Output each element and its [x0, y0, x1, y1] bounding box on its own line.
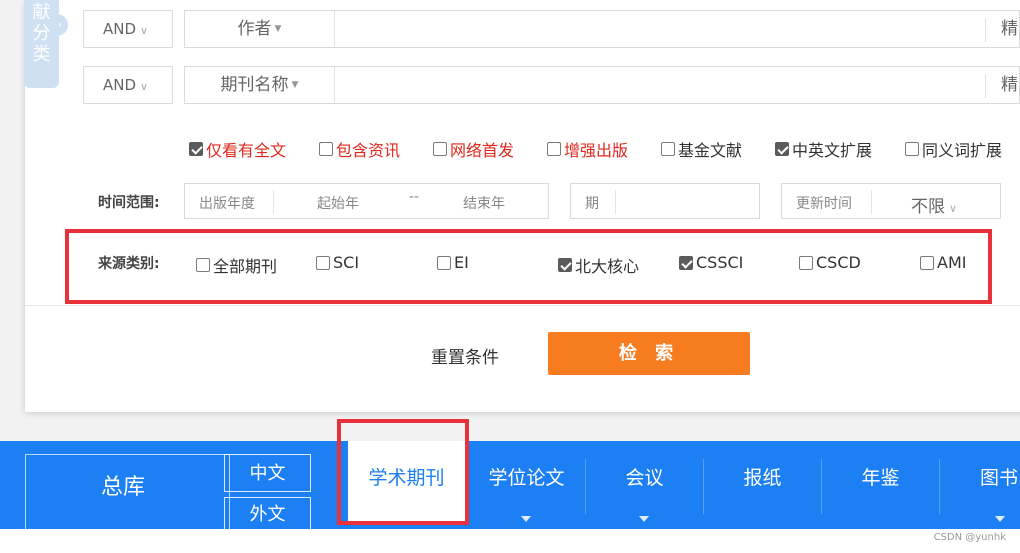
caret-down-icon[interactable]: [639, 516, 649, 522]
chevron-down-icon: ∨: [949, 202, 958, 215]
update-time-label: 更新时间: [796, 196, 852, 212]
tab-char-3: 类: [32, 44, 51, 65]
source-option-label: CSSCI: [696, 253, 744, 272]
range-dash: --: [409, 189, 420, 205]
caret-down-icon: ▼: [291, 80, 299, 90]
nav-books[interactable]: 图书: [940, 441, 1020, 529]
caret-down-icon[interactable]: [995, 516, 1005, 522]
checkbox-checked-icon[interactable]: [679, 255, 693, 270]
nav-newspapers[interactable]: 报纸: [704, 441, 821, 529]
field-select-label: 期刊名称: [220, 75, 289, 95]
field-select-journal[interactable]: 期刊名称 ▼: [185, 67, 335, 103]
chevron-down-icon: ∨: [140, 24, 149, 37]
option-label: 仅看有全文: [206, 141, 287, 160]
nav-zongku[interactable]: 总库: [101, 469, 145, 501]
option-label: 同义词扩展: [922, 141, 1003, 160]
source-cssci[interactable]: CSSCI: [679, 253, 743, 272]
divider: [985, 18, 986, 42]
source-category-label: 来源类别:: [98, 256, 160, 272]
source-option-label: CSCD: [816, 253, 861, 272]
option-fulltext-only[interactable]: 仅看有全文: [189, 137, 286, 161]
issue-label: 期: [585, 196, 599, 212]
logic-select-1[interactable]: AND ∨: [83, 10, 173, 48]
option-include-news[interactable]: 包含资讯: [319, 137, 400, 161]
source-pku-core[interactable]: 北大核心: [558, 253, 639, 277]
source-ei[interactable]: EI: [437, 253, 469, 272]
end-year-input[interactable]: 结束年: [463, 193, 505, 213]
logic-select-value: AND: [103, 76, 137, 94]
option-cn-en-expansion[interactable]: 中英文扩展: [775, 137, 872, 161]
source-cscd[interactable]: CSCD: [799, 253, 861, 272]
divider: [273, 190, 274, 214]
checkbox-icon[interactable]: [799, 255, 813, 270]
source-all-journals[interactable]: 全部期刊: [196, 253, 277, 277]
search-field-journal-name[interactable]: 期刊名称 ▼ 精: [184, 66, 1020, 104]
field-select-author[interactable]: 作者 ▼: [185, 11, 335, 47]
checkbox-icon[interactable]: [437, 255, 451, 270]
nav-highlight: [337, 419, 469, 525]
option-label: 中英文扩展: [792, 141, 873, 160]
source-option-label: SCI: [333, 253, 360, 272]
source-sci[interactable]: SCI: [316, 253, 359, 272]
caret-down-icon[interactable]: [521, 516, 531, 522]
checkbox-checked-icon[interactable]: [189, 142, 203, 156]
search-field-author[interactable]: 作者 ▼ 精: [184, 10, 1020, 48]
update-time-value: 不限 ∨: [911, 192, 957, 217]
reset-conditions-button[interactable]: 重置条件: [431, 343, 499, 368]
start-year-input[interactable]: 起始年: [317, 193, 359, 213]
checkbox-icon[interactable]: [661, 142, 675, 156]
checkbox-checked-icon[interactable]: [558, 258, 572, 272]
source-ami[interactable]: AMI: [920, 253, 966, 272]
nav-foreign[interactable]: 外文: [224, 497, 311, 529]
publication-year-range: 出版年度 起始年 -- 结束年: [184, 183, 549, 219]
checkbox-icon[interactable]: [905, 142, 919, 156]
page-footer-strip: [0, 529, 1020, 553]
section-divider: [25, 305, 1020, 306]
match-mode-select[interactable]: 精: [1001, 11, 1018, 47]
chevron-down-icon: ∨: [140, 80, 149, 93]
checkbox-icon[interactable]: [319, 142, 333, 156]
checkbox-icon[interactable]: [547, 142, 561, 156]
option-label: 包含资讯: [336, 141, 401, 160]
option-synonym-expansion[interactable]: 同义词扩展: [905, 137, 1002, 161]
checkbox-icon[interactable]: [920, 255, 934, 270]
publication-year-label: 出版年度: [199, 196, 255, 212]
option-label: 网络首发: [450, 141, 515, 160]
checkbox-icon[interactable]: [316, 255, 330, 270]
source-option-label: EI: [454, 253, 469, 272]
source-option-label: AMI: [937, 253, 967, 272]
nav-yearbooks[interactable]: 年鉴: [822, 441, 939, 529]
field-select-label: 作者: [237, 19, 272, 39]
source-option-label: 北大核心: [575, 257, 640, 276]
option-online-first[interactable]: 网络首发: [433, 137, 514, 161]
divider: [985, 74, 986, 98]
search-button[interactable]: 检 索: [548, 332, 750, 375]
update-time-select[interactable]: 更新时间 不限 ∨: [781, 183, 1001, 219]
caret-down-icon: ▼: [274, 24, 282, 34]
divider: [871, 190, 872, 214]
option-label: 增强出版: [564, 141, 629, 160]
option-enhanced-publication[interactable]: 增强出版: [547, 137, 628, 161]
issue-input[interactable]: 期: [570, 183, 760, 219]
watermark: CSDN @yunhk: [933, 532, 1006, 543]
option-fund-literature[interactable]: 基金文献: [661, 137, 742, 161]
logic-select-value: AND: [103, 20, 137, 38]
time-range-label: 时间范围:: [98, 195, 160, 211]
checkbox-icon[interactable]: [196, 258, 210, 272]
source-option-label: 全部期刊: [213, 257, 278, 276]
update-time-text: 不限: [911, 197, 945, 217]
checkbox-icon[interactable]: [433, 142, 447, 156]
logic-select-2[interactable]: AND ∨: [83, 66, 173, 104]
option-label: 基金文献: [678, 141, 743, 160]
nav-chinese[interactable]: 中文: [224, 454, 311, 492]
checkbox-checked-icon[interactable]: [775, 142, 789, 156]
match-mode-select[interactable]: 精: [1001, 67, 1018, 103]
divider: [615, 190, 616, 214]
